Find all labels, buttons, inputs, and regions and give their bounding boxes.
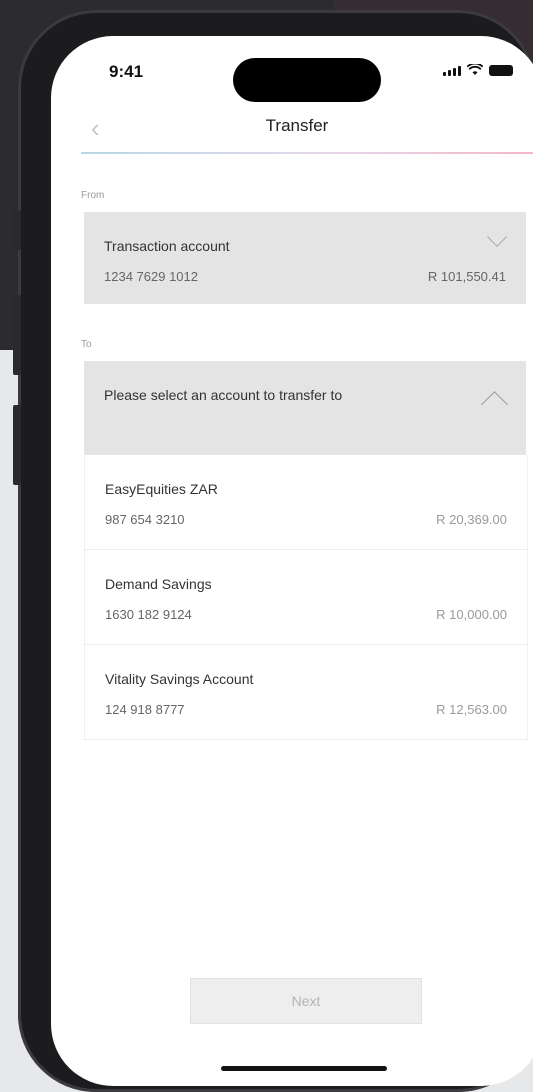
battery-icon — [489, 65, 513, 76]
account-name: Vitality Savings Account — [105, 671, 254, 687]
account-option-easyequities[interactable]: EasyEquities ZAR 987 654 3210 R 20,369.0… — [85, 455, 527, 550]
from-account-name: Transaction account — [104, 238, 230, 254]
to-account-placeholder: Please select an account to transfer to — [104, 387, 343, 403]
side-button-volume-down — [13, 405, 21, 485]
from-account-card[interactable]: Transaction account 1234 7629 1012 R 101… — [84, 212, 526, 304]
account-list: EasyEquities ZAR 987 654 3210 R 20,369.0… — [84, 455, 528, 740]
status-time: 9:41 — [109, 62, 144, 81]
signal-icon — [443, 66, 461, 76]
phone-screen: 9:41 ‹ Transfer From Transaction account — [51, 36, 533, 1086]
side-button-action — [13, 210, 21, 250]
side-button-volume-up — [13, 295, 21, 375]
account-number: 124 918 8777 — [105, 702, 185, 717]
from-account-number: 1234 7629 1012 — [104, 269, 198, 284]
wifi-icon — [467, 64, 483, 75]
account-name: EasyEquities ZAR — [105, 481, 218, 497]
next-button[interactable]: Next — [190, 978, 422, 1024]
to-account-selector[interactable]: Please select an account to transfer to — [84, 361, 526, 455]
account-option-vitality-savings[interactable]: Vitality Savings Account 124 918 8777 R … — [85, 645, 527, 740]
status-bar: 9:41 — [51, 36, 533, 102]
nav-divider — [81, 152, 533, 154]
status-icons — [443, 64, 513, 76]
chevron-up-icon[interactable] — [481, 391, 508, 418]
to-label: To — [81, 339, 92, 350]
page-title: Transfer — [265, 116, 329, 135]
account-balance: R 10,000.00 — [436, 607, 507, 622]
account-balance: R 20,369.00 — [436, 512, 507, 527]
chevron-down-icon[interactable] — [487, 227, 507, 247]
from-label: From — [81, 190, 105, 201]
phone-frame: 9:41 ‹ Transfer From Transaction account — [13, 10, 533, 1092]
account-number: 1630 182 9124 — [105, 607, 192, 622]
nav-bar: ‹ Transfer — [51, 106, 533, 154]
account-balance: R 12,563.00 — [436, 702, 507, 717]
account-name: Demand Savings — [105, 576, 212, 592]
account-option-demand-savings[interactable]: Demand Savings 1630 182 9124 R 10,000.00 — [85, 550, 527, 645]
account-number: 987 654 3210 — [105, 512, 185, 527]
from-account-balance: R 101,550.41 — [427, 269, 506, 284]
home-indicator — [221, 1066, 387, 1071]
dynamic-island — [233, 58, 381, 102]
